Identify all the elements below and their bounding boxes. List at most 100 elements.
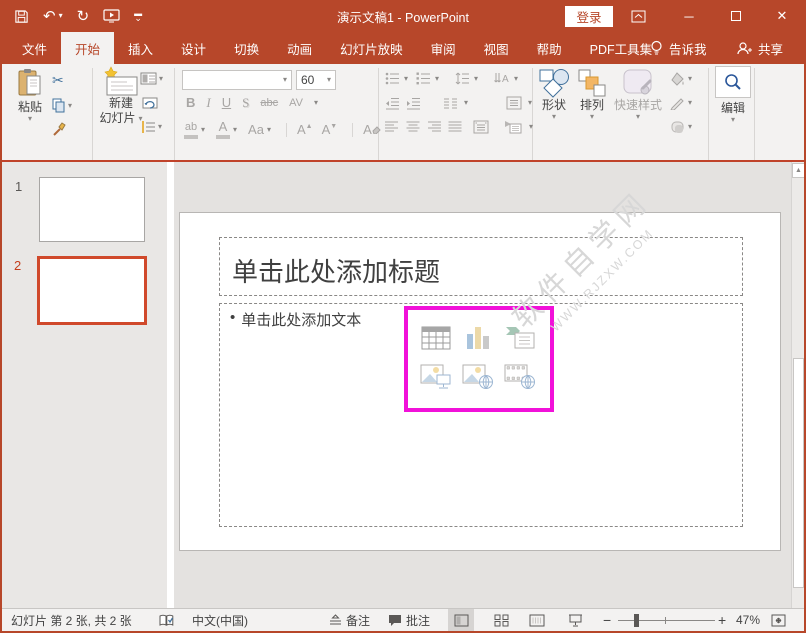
tab-design[interactable]: 设计	[167, 32, 220, 64]
zoom-in-button[interactable]: +	[718, 609, 726, 631]
comments-button[interactable]: 批注	[388, 609, 430, 631]
shape-fill-dropdown-icon[interactable]: ▾	[688, 75, 692, 83]
copy-dropdown-icon[interactable]: ▾	[68, 102, 72, 110]
tab-animations[interactable]: 动画	[273, 32, 326, 64]
new-slide-button[interactable]: 新建 幻灯片 ▾	[98, 66, 144, 126]
bold-button[interactable]: B	[186, 96, 195, 110]
text-direction-button[interactable]: A	[494, 72, 510, 85]
text-shadow-button[interactable]: S	[242, 96, 249, 110]
arrange-dropdown-icon[interactable]: ▾	[590, 113, 594, 121]
text-direction-dropdown-icon[interactable]: ▾	[514, 75, 518, 83]
align-left-button[interactable]	[385, 121, 399, 133]
zoom-out-button[interactable]: −	[603, 609, 611, 631]
clear-formatting-button[interactable]: A	[352, 123, 381, 137]
paste-button[interactable]: 粘贴 ▾	[10, 68, 50, 123]
notes-button[interactable]: 备注	[329, 609, 370, 631]
justify-button[interactable]	[448, 121, 462, 133]
shrink-font-button[interactable]: A▼	[322, 123, 338, 137]
change-case-button[interactable]: Aa	[248, 123, 264, 137]
slide-thumbnail-2[interactable]	[37, 256, 147, 325]
tab-transitions[interactable]: 切换	[220, 32, 273, 64]
scroll-up-button[interactable]: ▲	[792, 163, 805, 178]
columns-dropdown-icon[interactable]: ▾	[464, 99, 468, 107]
zoom-slider-thumb[interactable]	[634, 614, 639, 627]
slide-counter[interactable]: 幻灯片 第 2 张, 共 2 张	[11, 609, 132, 631]
tab-file[interactable]: 文件	[8, 32, 61, 64]
columns-button[interactable]	[443, 97, 458, 110]
normal-view-button[interactable]	[448, 609, 474, 631]
quick-styles-button[interactable]: 快速样式 ▾	[612, 68, 664, 121]
close-button[interactable]: ✕	[765, 0, 799, 32]
shapes-button[interactable]: 形状 ▾	[536, 68, 572, 121]
smartart-dropdown-icon[interactable]: ▾	[529, 123, 533, 131]
strikethrough-button[interactable]: abc	[260, 96, 278, 110]
minimize-button[interactable]: ─	[672, 0, 706, 32]
slide-layout-button[interactable]: ▾	[140, 72, 163, 85]
vertical-scrollbar[interactable]: ▲	[791, 162, 804, 608]
tab-view[interactable]: 视图	[470, 32, 523, 64]
shape-outline-dropdown-icon[interactable]: ▾	[688, 99, 692, 107]
layout-dropdown-icon[interactable]: ▾	[159, 75, 163, 83]
slide-sorter-view-button[interactable]	[494, 609, 509, 631]
decrease-indent-button[interactable]	[385, 97, 400, 110]
zoom-level[interactable]: 47%	[736, 609, 760, 631]
underline-button[interactable]: U	[222, 96, 231, 110]
title-placeholder[interactable]: 单击此处添加标题	[219, 237, 743, 296]
character-spacing-button[interactable]: AV	[289, 96, 303, 110]
shapes-dropdown-icon[interactable]: ▾	[552, 113, 556, 121]
login-button[interactable]: 登录	[565, 6, 613, 27]
quick-styles-dropdown-icon[interactable]: ▾	[636, 113, 640, 121]
ribbon-display-options-button[interactable]	[624, 0, 652, 32]
align-center-button[interactable]	[406, 121, 420, 133]
format-painter-button[interactable]	[52, 122, 67, 137]
cut-button[interactable]: ✂	[52, 72, 64, 89]
reading-view-button[interactable]	[529, 609, 545, 631]
shape-outline-button[interactable]: ▾	[670, 96, 692, 110]
maximize-button[interactable]	[719, 0, 753, 32]
align-text-dropdown-icon[interactable]: ▾	[528, 99, 532, 107]
bullets-button[interactable]	[385, 72, 400, 85]
font-size-combobox[interactable]: 60 ▾	[296, 70, 336, 90]
slide-thumbnail-1[interactable]	[39, 177, 145, 242]
bullets-dropdown-icon[interactable]: ▾	[404, 75, 408, 83]
section-button[interactable]: ▾	[140, 120, 162, 134]
zoom-slider-track[interactable]	[618, 620, 715, 621]
arrange-button[interactable]: 排列 ▾	[574, 68, 610, 121]
align-right-button[interactable]	[427, 121, 441, 133]
numbering-dropdown-icon[interactable]: ▾	[435, 75, 439, 83]
panel-splitter[interactable]	[167, 162, 174, 608]
tell-me-button[interactable]: 告诉我	[650, 32, 707, 64]
paste-dropdown-icon[interactable]: ▾	[28, 115, 32, 123]
share-button[interactable]: 共享	[736, 32, 783, 64]
italic-button[interactable]: I	[206, 96, 210, 110]
shape-effects-button[interactable]: ▾	[670, 120, 692, 134]
slideshow-view-button[interactable]	[568, 609, 583, 631]
fit-to-window-button[interactable]	[771, 609, 786, 631]
font-color-dropdown-icon[interactable]: ▾	[233, 126, 237, 134]
copy-button[interactable]: ▾	[52, 98, 72, 113]
change-case-dropdown-icon[interactable]: ▾	[267, 126, 271, 134]
tab-review[interactable]: 审阅	[417, 32, 470, 64]
section-dropdown-icon[interactable]: ▾	[158, 123, 162, 131]
tab-home[interactable]: 开始	[61, 32, 114, 64]
tab-slideshow[interactable]: 幻灯片放映	[326, 32, 417, 64]
font-color-button[interactable]: A	[216, 120, 230, 139]
scrollbar-thumb[interactable]	[793, 358, 804, 588]
highlight-dropdown-icon[interactable]: ▾	[201, 126, 205, 134]
shape-effects-dropdown-icon[interactable]: ▾	[688, 123, 692, 131]
language-indicator[interactable]: 中文(中国)	[192, 609, 248, 631]
editing-button[interactable]: 编辑 ▾	[714, 66, 752, 124]
numbering-button[interactable]	[416, 72, 431, 85]
grow-font-button[interactable]: A▲	[286, 123, 313, 137]
distribute-text-button[interactable]	[473, 120, 489, 134]
reset-slide-button[interactable]	[142, 96, 158, 110]
tab-insert[interactable]: 插入	[114, 32, 167, 64]
align-text-button[interactable]	[506, 96, 522, 110]
character-spacing-dropdown-icon[interactable]: ▾	[314, 99, 318, 107]
convert-to-smartart-button[interactable]	[504, 120, 522, 134]
tab-help[interactable]: 帮助	[523, 32, 576, 64]
font-name-combobox[interactable]: ▾	[182, 70, 292, 90]
spell-check-button[interactable]	[159, 609, 174, 631]
highlight-color-button[interactable]: ab	[184, 120, 198, 139]
line-spacing-button[interactable]	[455, 72, 470, 85]
